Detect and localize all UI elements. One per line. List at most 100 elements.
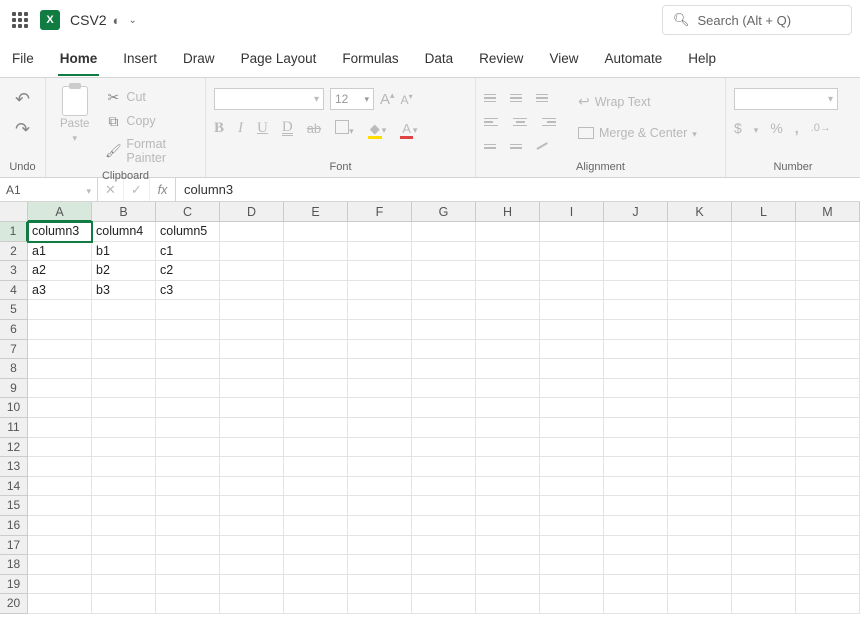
cell[interactable] [28,398,92,418]
cell[interactable] [412,379,476,399]
cell[interactable] [604,340,668,360]
cell[interactable] [668,438,732,458]
cell[interactable] [156,300,220,320]
cell[interactable] [348,555,412,575]
cell[interactable] [92,496,156,516]
cell[interactable] [284,418,348,438]
cell[interactable] [476,575,540,595]
cell[interactable]: a3 [28,281,92,301]
cell[interactable]: b1 [92,242,156,262]
cell[interactable] [348,418,412,438]
cell[interactable] [732,477,796,497]
cell[interactable] [284,320,348,340]
cell[interactable] [476,594,540,614]
cell[interactable] [348,398,412,418]
decrease-indent-button[interactable] [484,136,504,156]
fill-color-button[interactable]: ◆ [368,121,387,136]
cell[interactable] [732,320,796,340]
cell[interactable] [540,457,604,477]
cell[interactable] [220,320,284,340]
cell[interactable] [476,438,540,458]
row-header[interactable]: 2 [0,242,28,262]
cell[interactable] [284,379,348,399]
cell[interactable] [412,261,476,281]
cell[interactable] [732,418,796,438]
cell[interactable] [732,261,796,281]
cell[interactable] [540,340,604,360]
cell[interactable] [476,536,540,556]
cell[interactable] [220,418,284,438]
cell[interactable] [220,379,284,399]
cell[interactable] [92,379,156,399]
cell[interactable] [284,575,348,595]
cell[interactable] [156,457,220,477]
column-header[interactable]: A [28,202,92,222]
cell[interactable] [284,555,348,575]
cell[interactable] [732,457,796,477]
cell[interactable] [412,496,476,516]
autosave-icon[interactable]: ◐ [113,13,121,28]
font-color-button[interactable]: A [400,121,417,136]
double-underline-button[interactable]: D [282,121,293,136]
cell[interactable]: c3 [156,281,220,301]
cell[interactable] [668,555,732,575]
cell[interactable] [604,418,668,438]
tab-review[interactable]: Review [477,43,525,74]
tab-insert[interactable]: Insert [121,43,159,74]
cell[interactable] [412,457,476,477]
cell[interactable] [540,496,604,516]
font-name-select[interactable]: ▾ [214,88,324,110]
cell[interactable] [28,300,92,320]
search-input[interactable]: 🔍︎ Search (Alt + Q) [662,5,852,35]
cell[interactable] [284,340,348,360]
cell[interactable] [28,536,92,556]
cell[interactable] [284,516,348,536]
cell[interactable] [540,536,604,556]
cell[interactable] [668,594,732,614]
cell[interactable] [156,379,220,399]
tab-formulas[interactable]: Formulas [340,43,400,74]
cell[interactable] [604,398,668,418]
cell[interactable] [348,242,412,262]
cut-button[interactable]: Cut [101,86,197,108]
cell[interactable]: column3 [28,222,92,242]
cell[interactable] [220,536,284,556]
cell[interactable] [540,418,604,438]
cell[interactable] [284,457,348,477]
cell[interactable] [476,398,540,418]
cell[interactable] [348,516,412,536]
tab-page-layout[interactable]: Page Layout [239,43,319,74]
cell[interactable] [540,379,604,399]
cell[interactable] [604,300,668,320]
cell[interactable] [220,242,284,262]
cell[interactable] [796,261,860,281]
cell[interactable] [220,575,284,595]
cell[interactable] [796,594,860,614]
column-header[interactable]: G [412,202,476,222]
cell[interactable] [284,438,348,458]
row-header[interactable]: 11 [0,418,28,438]
column-header[interactable]: B [92,202,156,222]
cell[interactable] [220,340,284,360]
cell[interactable] [796,457,860,477]
cell[interactable]: a2 [28,261,92,281]
cell[interactable] [220,300,284,320]
cell[interactable] [348,222,412,242]
cell[interactable] [604,281,668,301]
font-size-select[interactable]: 12▾ [330,88,374,110]
cell[interactable] [540,477,604,497]
cell[interactable] [284,300,348,320]
column-header[interactable]: J [604,202,668,222]
cell[interactable] [732,438,796,458]
italic-button[interactable]: I [238,120,243,137]
cell[interactable] [348,261,412,281]
tab-view[interactable]: View [547,43,580,74]
row-header[interactable]: 1 [0,222,28,242]
cell[interactable] [540,516,604,536]
cell[interactable] [796,536,860,556]
cell[interactable] [604,477,668,497]
cell[interactable]: c1 [156,242,220,262]
cell[interactable] [28,516,92,536]
cell[interactable] [732,359,796,379]
cell[interactable] [796,359,860,379]
